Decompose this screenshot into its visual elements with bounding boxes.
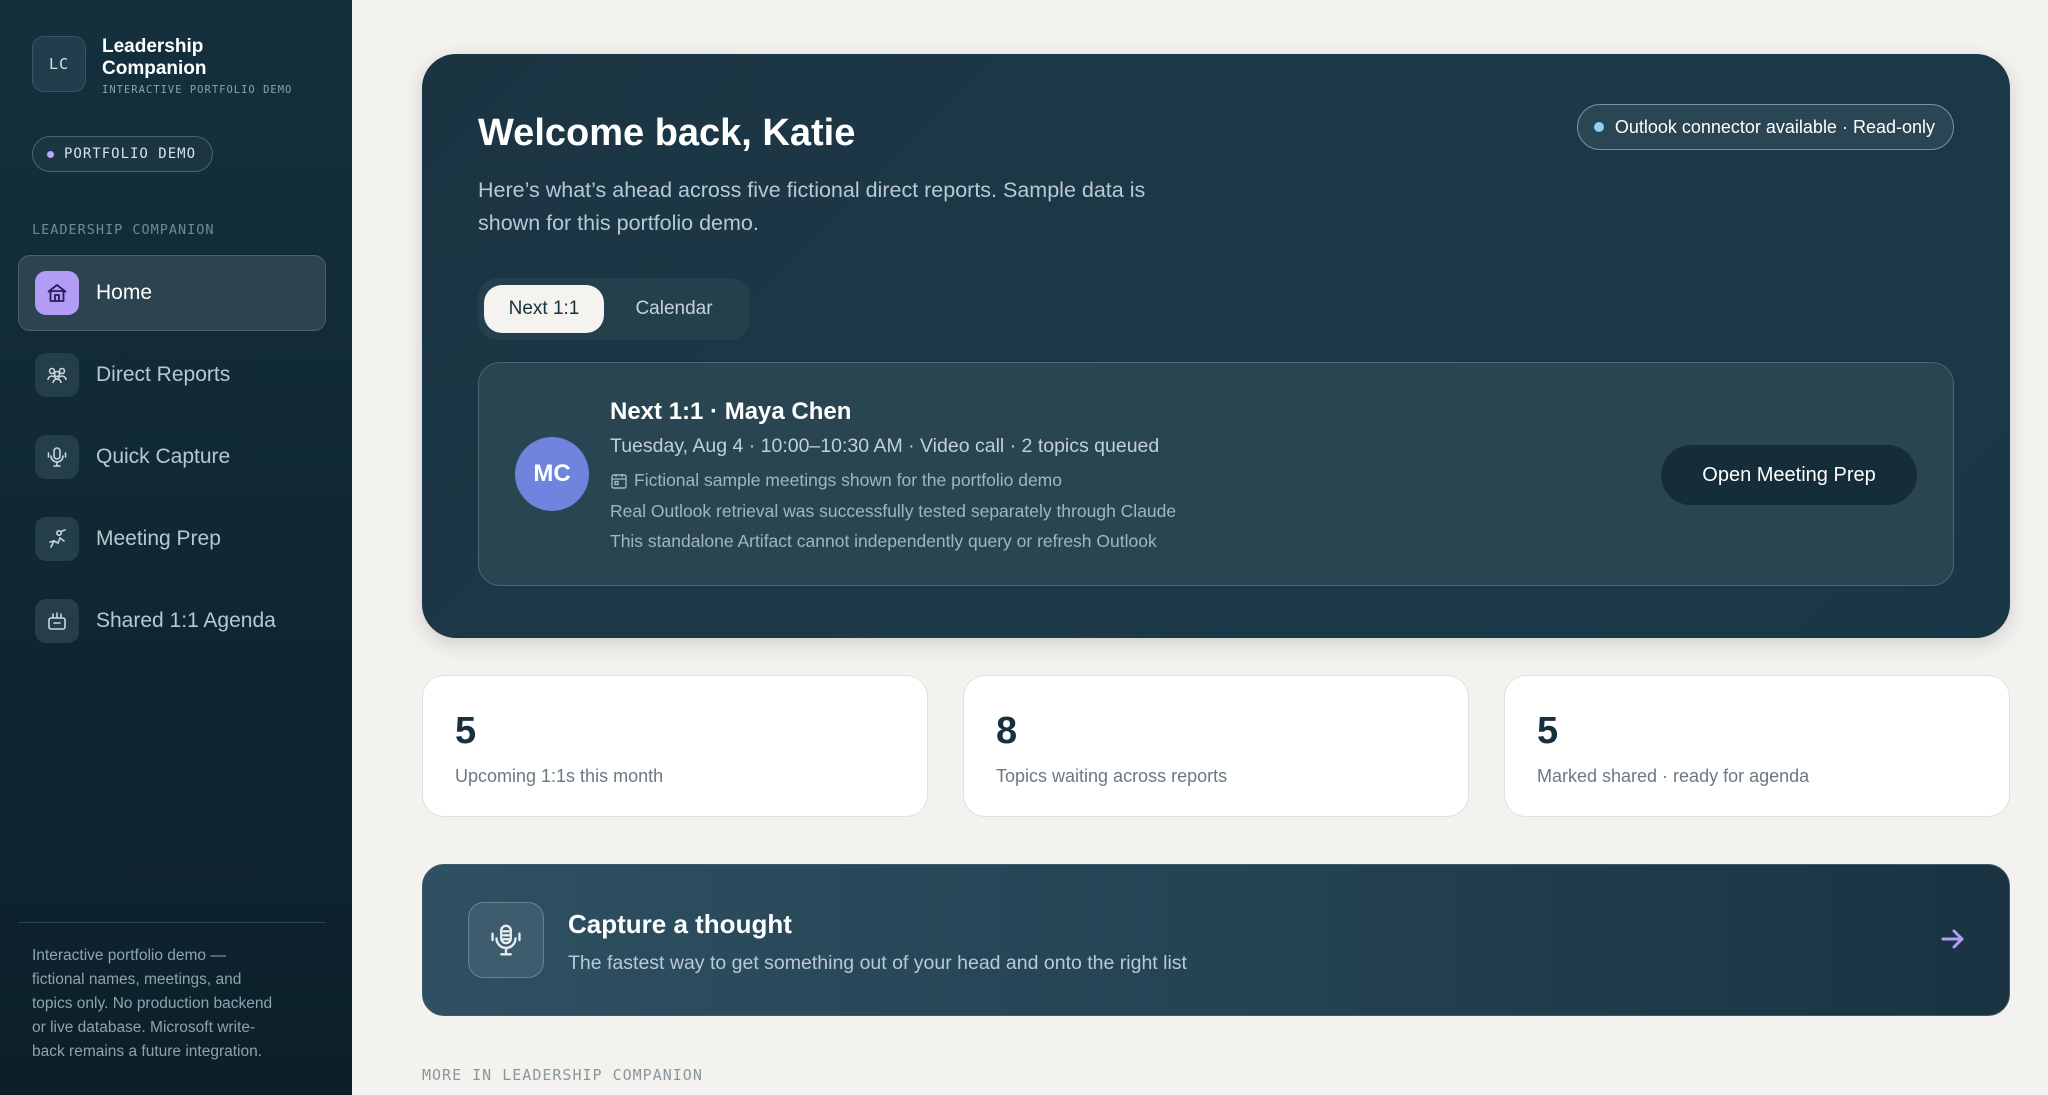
stats-row: 5 Upcoming 1:1s this month 8 Topics wait… [422, 675, 2010, 817]
hero-subtitle: Here’s what’s ahead across five fictiona… [478, 178, 1146, 235]
next-meeting-title: Next 1:1 · Maya Chen [610, 398, 852, 425]
brand[interactable]: LC Leadership Companion INTERACTIVE PORT… [32, 36, 292, 96]
connector-status-label: Outlook connector available · Read-only [1614, 116, 1935, 137]
outlook-connector-badge[interactable]: Outlook connector available · Read-only [1576, 104, 1954, 150]
stat-value: 5 [455, 710, 477, 752]
tab-calendar[interactable]: Calendar [604, 285, 744, 333]
sidebar-disclaimer: Interactive portfolio demo — fictional n… [32, 947, 273, 1060]
capture-thought-card[interactable]: Capture a thought The fastest way to get… [422, 864, 2010, 1016]
portfolio-demo-label: PORTFOLIO DEMO [64, 146, 197, 162]
next-meeting-note: This standalone Artifact cannot independ… [610, 531, 1157, 551]
sidebar-item-label: Quick Capture [96, 445, 231, 468]
stat-label: Topics waiting across reports [996, 766, 1228, 786]
sidebar-item-home[interactable]: Home [18, 255, 326, 331]
connector-status-dot [1593, 122, 1604, 132]
stat-label: Marked shared · ready for agenda [1537, 766, 1810, 786]
open-meeting-prep-button[interactable]: Open Meeting Prep [1661, 445, 1917, 505]
next-meeting-card: MC Next 1:1 · Maya Chen Tuesday, Aug 4 ·… [478, 362, 1954, 586]
home-icon [35, 271, 79, 315]
capture-subtitle: The fastest way to get something out of … [568, 952, 1187, 974]
microphone-icon [468, 902, 544, 978]
arrow-right-icon[interactable] [1939, 925, 1967, 958]
stat-value: 5 [1537, 710, 1559, 752]
next-meeting-details: Tuesday, Aug 4 · 10:00–10:30 AM · Video … [610, 435, 1160, 457]
sidebar-item-quick-capture[interactable]: Quick Capture [18, 419, 326, 495]
meeting-prep-icon [35, 517, 79, 561]
sidebar-item-label: Direct Reports [96, 363, 231, 386]
microphone-icon [35, 435, 79, 479]
next-meeting-note-text: Fictional sample meetings shown for the … [634, 470, 1062, 490]
stat-card-topics[interactable]: 8 Topics waiting across reports [963, 675, 1469, 817]
calendar-icon [611, 473, 627, 489]
stat-card-upcoming[interactable]: 5 Upcoming 1:1s this month [422, 675, 928, 817]
sidebar-item-direct-reports[interactable]: Direct Reports [18, 337, 326, 413]
tab-next-1-1[interactable]: Next 1:1 [484, 285, 604, 333]
sidebar-divider [18, 922, 326, 923]
nav-section-label: LEADERSHIP COMPANION [32, 222, 215, 238]
sidebar-item-shared-agenda[interactable]: Shared 1:1 Agenda [18, 583, 326, 659]
status-dot [47, 150, 54, 158]
brand-text: Leadership Companion INTERACTIVE PORTFOL… [102, 36, 292, 96]
team-icon [35, 353, 79, 397]
sidebar-item-label: Shared 1:1 Agenda [96, 609, 276, 632]
app-subtitle: INTERACTIVE PORTFOLIO DEMO [102, 84, 293, 96]
view-tabs: Next 1:1 Calendar [478, 278, 750, 340]
sidebar-item-label: Home [96, 281, 153, 304]
sidebar-nav: Home Direct Reports Quick Capture Meetin… [18, 255, 326, 665]
sidebar-item-label: Meeting Prep [96, 527, 221, 550]
sidebar-item-meeting-prep[interactable]: Meeting Prep [18, 501, 326, 577]
stat-label: Upcoming 1:1s this month [455, 766, 664, 786]
welcome-hero: Welcome back, Katie Here’s what’s ahead … [422, 54, 2010, 638]
sidebar: LC Leadership Companion INTERACTIVE PORT… [0, 0, 352, 1095]
avatar: MC [515, 437, 589, 511]
stat-card-shared[interactable]: 5 Marked shared · ready for agenda [1504, 675, 2010, 817]
brand-logo: LC [32, 36, 86, 92]
next-meeting-note: Fictional sample meetings shown for the … [610, 470, 1062, 491]
stat-value: 8 [996, 710, 1018, 752]
page-title: Welcome back, Katie [478, 112, 856, 154]
more-section-label: MORE IN LEADERSHIP COMPANION [422, 1066, 703, 1084]
agenda-icon [35, 599, 79, 643]
app-title: Leadership Companion [102, 36, 207, 79]
portfolio-demo-badge: PORTFOLIO DEMO [32, 136, 214, 172]
next-meeting-note: Real Outlook retrieval was successfully … [610, 501, 1177, 521]
capture-title: Capture a thought [568, 909, 792, 939]
